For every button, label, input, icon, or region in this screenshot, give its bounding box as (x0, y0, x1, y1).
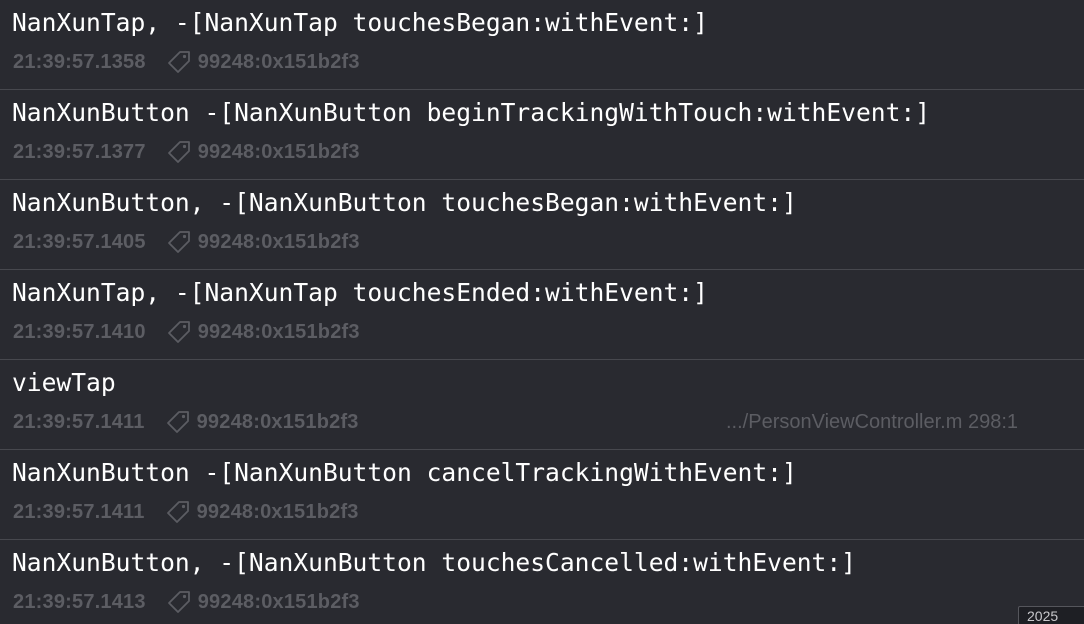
log-message: NanXunButton, -[NanXunButton touchesBega… (12, 188, 797, 217)
tag-icon (165, 409, 191, 435)
log-timestamp: 21:39:57.1377 (13, 140, 146, 163)
corner-field[interactable]: 2025 (1018, 606, 1084, 624)
log-meta: 21:39:57.1411 99248:0x151b2f3 (13, 498, 359, 526)
log-meta: 21:39:57.1377 99248:0x151b2f3 (13, 138, 360, 166)
tag-icon (166, 589, 192, 615)
log-message: NanXunTap, -[NanXunTap touchesBegan:with… (12, 8, 708, 37)
tag-icon (166, 229, 192, 255)
console-log: NanXunTap, -[NanXunTap touchesBegan:with… (0, 0, 1084, 624)
tag-icon (165, 499, 191, 525)
log-message: NanXunTap, -[NanXunTap touchesEnded:with… (12, 278, 708, 307)
tag-icon (166, 319, 192, 345)
log-entry[interactable]: NanXunButton -[NanXunButton cancelTracki… (0, 450, 1084, 540)
log-process-id: 99248:0x151b2f3 (197, 140, 360, 163)
log-entry[interactable]: NanXunButton -[NanXunButton beginTrackin… (0, 90, 1084, 180)
log-meta: 21:39:57.1413 99248:0x151b2f3 (13, 588, 360, 616)
log-entry[interactable]: NanXunButton, -[NanXunButton touchesBega… (0, 180, 1084, 270)
log-meta: 21:39:57.1410 99248:0x151b2f3 (13, 318, 360, 346)
log-message: NanXunButton -[NanXunButton cancelTracki… (12, 458, 797, 487)
log-process-id: 99248:0x151b2f3 (197, 320, 360, 343)
log-entry[interactable]: viewTap 21:39:57.1411 99248:0x151b2f3 ..… (0, 360, 1084, 450)
log-process-id: 99248:0x151b2f3 (197, 590, 360, 613)
log-entry[interactable]: NanXunTap, -[NanXunTap touchesEnded:with… (0, 270, 1084, 360)
log-timestamp: 21:39:57.1411 (13, 500, 145, 523)
log-message: NanXunButton, -[NanXunButton touchesCanc… (12, 548, 856, 577)
log-entry[interactable]: NanXunTap, -[NanXunTap touchesBegan:with… (0, 0, 1084, 90)
log-process-id: 99248:0x151b2f3 (197, 230, 360, 253)
log-process-id: 99248:0x151b2f3 (196, 410, 359, 433)
log-process-id: 99248:0x151b2f3 (196, 500, 359, 523)
log-source-link[interactable]: .../PersonViewController.m 298:1 (726, 408, 1018, 436)
tag-icon (166, 139, 192, 165)
log-timestamp: 21:39:57.1405 (13, 230, 146, 253)
log-meta: 21:39:57.1358 99248:0x151b2f3 (13, 48, 360, 76)
log-entry[interactable]: NanXunButton, -[NanXunButton touchesCanc… (0, 540, 1084, 624)
log-process-id: 99248:0x151b2f3 (197, 50, 360, 73)
log-meta: 21:39:57.1411 99248:0x151b2f3 (13, 408, 359, 436)
log-timestamp: 21:39:57.1358 (13, 50, 146, 73)
log-meta: 21:39:57.1405 99248:0x151b2f3 (13, 228, 360, 256)
log-message: NanXunButton -[NanXunButton beginTrackin… (12, 98, 931, 127)
log-timestamp: 21:39:57.1413 (13, 590, 146, 613)
log-timestamp: 21:39:57.1410 (13, 320, 146, 343)
tag-icon (166, 49, 192, 75)
log-timestamp: 21:39:57.1411 (13, 410, 145, 433)
log-message: viewTap (12, 368, 116, 397)
